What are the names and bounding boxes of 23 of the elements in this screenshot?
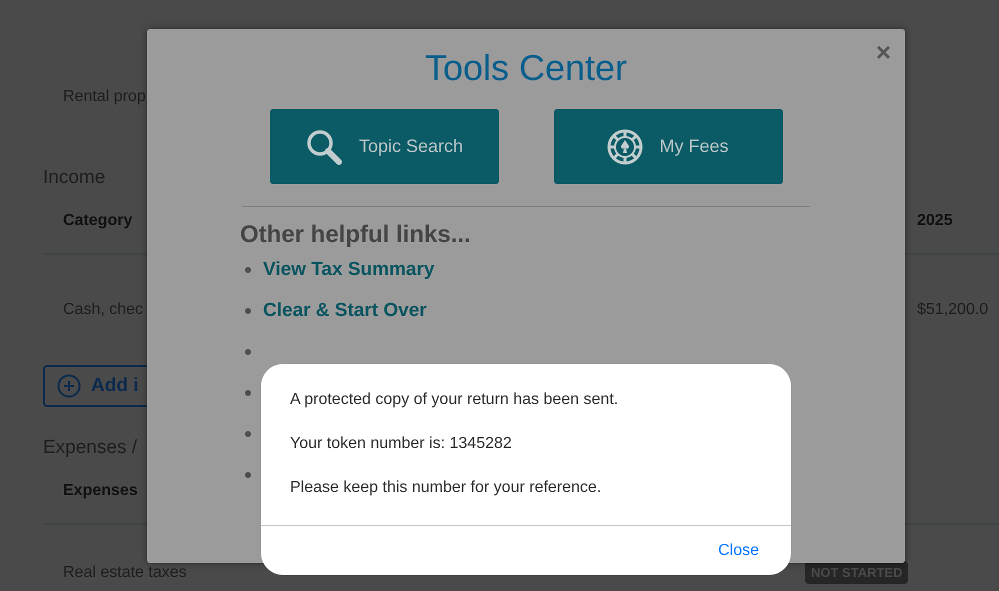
help-link[interactable]: View Tax Summary	[263, 258, 434, 280]
alert-message: A protected copy of your return has been sent.	[290, 391, 620, 409]
column-header: 2025	[917, 212, 953, 230]
column-header: Expenses	[63, 482, 138, 500]
bullet-icon	[245, 390, 251, 396]
alert-message: Please keep this number for your reference.	[290, 479, 602, 497]
bullet-icon	[245, 472, 251, 478]
column-header: Category	[63, 212, 132, 229]
plus-circle-icon	[57, 374, 81, 398]
dialog-title: Tools Center	[424, 47, 628, 89]
poker-chip-icon	[607, 128, 644, 164]
bullet-icon	[245, 266, 251, 272]
help-link[interactable]: Clear & Start Over	[263, 300, 427, 322]
close-button[interactable]: ×	[876, 37, 891, 68]
bullet-icon	[245, 348, 251, 354]
tool-button[interactable]: My Fees	[554, 109, 782, 184]
search-icon	[304, 128, 343, 166]
alert-message: Your token number is: 1345282	[290, 435, 513, 453]
bullet-icon	[245, 430, 251, 436]
links-heading: Other helpful links...	[240, 221, 471, 249]
close-button[interactable]: Close	[718, 542, 759, 560]
bullet-icon	[245, 308, 251, 314]
tool-button[interactable]: Topic Search	[270, 109, 498, 184]
